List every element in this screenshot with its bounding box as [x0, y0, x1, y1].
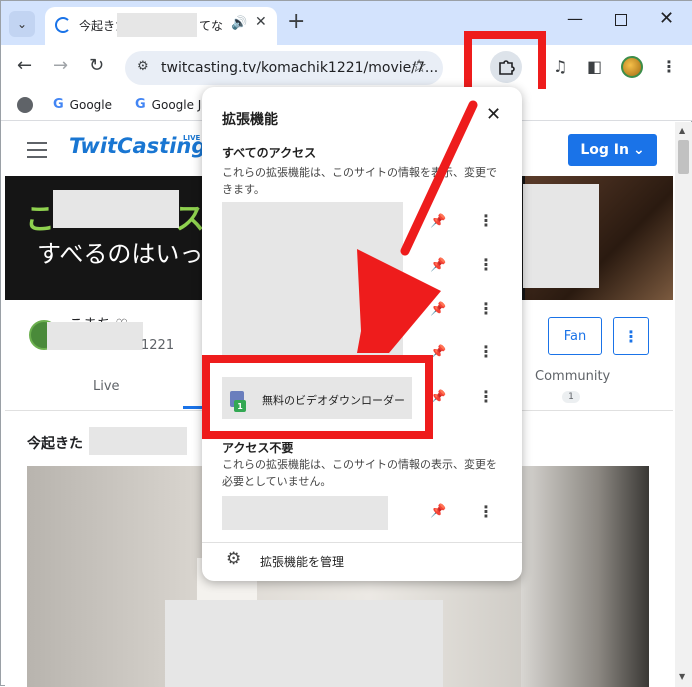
popup-title: 拡張機能	[222, 112, 278, 128]
address-bar[interactable]: ⚙ twitcasting.tv/komachik1221/movie/7...…	[125, 51, 443, 85]
active-tab-indicator	[183, 406, 203, 409]
extensions-popup: 拡張機能 ✕ すべてのアクセス これらの拡張機能は、このサイトの情報を表示、変更…	[202, 87, 522, 581]
window-close-icon[interactable]: ✕	[659, 8, 674, 29]
login-label: Log In	[580, 142, 629, 158]
profile-avatar[interactable]	[621, 56, 643, 78]
star-icon[interactable]: ☆	[411, 56, 427, 77]
scroll-down-icon[interactable]: ▼	[679, 672, 685, 681]
new-tab-button[interactable]: +	[287, 11, 305, 33]
maximize-icon[interactable]	[615, 14, 627, 26]
section-no-access-desc: これらの拡張機能は、このサイトの情報の表示、変更を必要としていません。	[222, 458, 497, 488]
video-scene	[521, 466, 649, 687]
scroll-up-icon[interactable]: ▲	[679, 126, 685, 135]
url-text[interactable]: twitcasting.tv/komachik1221/movie/7...	[161, 60, 438, 76]
redaction-block	[47, 322, 143, 350]
gear-icon[interactable]: ⚙	[226, 549, 241, 569]
community-count-badge: 1	[562, 391, 580, 403]
banner-subheading: すべるのはいっ	[37, 240, 204, 268]
bookmark-label: Google J	[151, 97, 202, 112]
globe-icon[interactable]	[17, 97, 33, 113]
google-icon: G	[135, 97, 146, 112]
scroll-thumb[interactable]	[678, 140, 689, 174]
redaction-block	[89, 427, 187, 455]
redaction-block	[53, 190, 179, 228]
manage-extensions-link[interactable]: 拡張機能を管理	[260, 553, 344, 570]
audio-icon[interactable]: 🔊	[231, 16, 247, 31]
channel-id: 1221	[141, 338, 175, 353]
redaction-block	[222, 496, 388, 530]
menu-icon[interactable]: ⋮	[661, 57, 677, 76]
active-tab[interactable]: 今起きた てな 🔊 ✕	[45, 7, 277, 45]
reload-icon[interactable]: ↻	[89, 55, 104, 76]
pin-icon[interactable]: 📌	[430, 258, 446, 273]
more-options-icon[interactable]: ⋮	[478, 387, 494, 406]
loading-favicon-icon	[55, 17, 71, 33]
pin-icon[interactable]: 📌	[430, 214, 446, 229]
bookmark-google-1[interactable]: G Google	[53, 97, 112, 112]
more-options-icon[interactable]: ⋮	[478, 211, 494, 230]
bookmark-google-2[interactable]: G Google J	[135, 97, 201, 112]
sidepanel-icon[interactable]: ◧	[587, 57, 602, 76]
tab-live[interactable]: Live	[93, 379, 120, 394]
annotation-box-extension	[202, 355, 433, 439]
redaction-block	[222, 202, 403, 357]
site-info-icon[interactable]: ⚙	[137, 59, 149, 74]
pinned-icon[interactable]: 📌	[430, 504, 446, 519]
section-no-access: アクセス不要	[222, 441, 294, 455]
back-icon[interactable]: ←	[17, 55, 32, 76]
bookmark-label: Google	[69, 97, 112, 112]
logo-live-label: LIVE	[183, 134, 201, 142]
redaction-block	[523, 184, 599, 288]
more-options-icon[interactable]: ⋮	[478, 502, 494, 521]
forward-icon[interactable]: →	[53, 55, 68, 76]
fan-button[interactable]: Fan	[548, 317, 602, 355]
more-options-icon[interactable]: ⋮	[478, 299, 494, 318]
tab-list-icon[interactable]: ⌄	[9, 11, 35, 37]
close-icon[interactable]: ✕	[486, 104, 501, 125]
page-scrollbar[interactable]: ▲ ▼	[675, 122, 692, 687]
media-icon[interactable]: ♫	[553, 57, 567, 76]
section-full-access: すべてのアクセス	[222, 146, 317, 160]
redaction-block	[165, 600, 443, 687]
tab-close-icon[interactable]: ✕	[255, 14, 267, 30]
minimize-icon[interactable]: —	[567, 9, 583, 28]
hamburger-menu-icon[interactable]	[27, 142, 47, 163]
more-options-icon[interactable]: ⋮	[478, 255, 494, 274]
more-options-icon[interactable]: ⋮	[613, 317, 649, 355]
pin-icon[interactable]: 📌	[430, 302, 446, 317]
redaction-block	[117, 13, 197, 37]
section-full-access-desc: これらの拡張機能は、このサイトの情報を表示、変更できます。	[222, 166, 497, 196]
divider	[202, 542, 522, 543]
google-icon: G	[53, 97, 64, 112]
chevron-down-icon: ⌄	[632, 142, 645, 158]
movie-title-start: 今起きた	[27, 436, 83, 452]
more-options-icon[interactable]: ⋮	[478, 342, 494, 361]
tab-community[interactable]: Community	[535, 369, 610, 384]
login-button[interactable]: Log In ⌄	[568, 134, 657, 166]
